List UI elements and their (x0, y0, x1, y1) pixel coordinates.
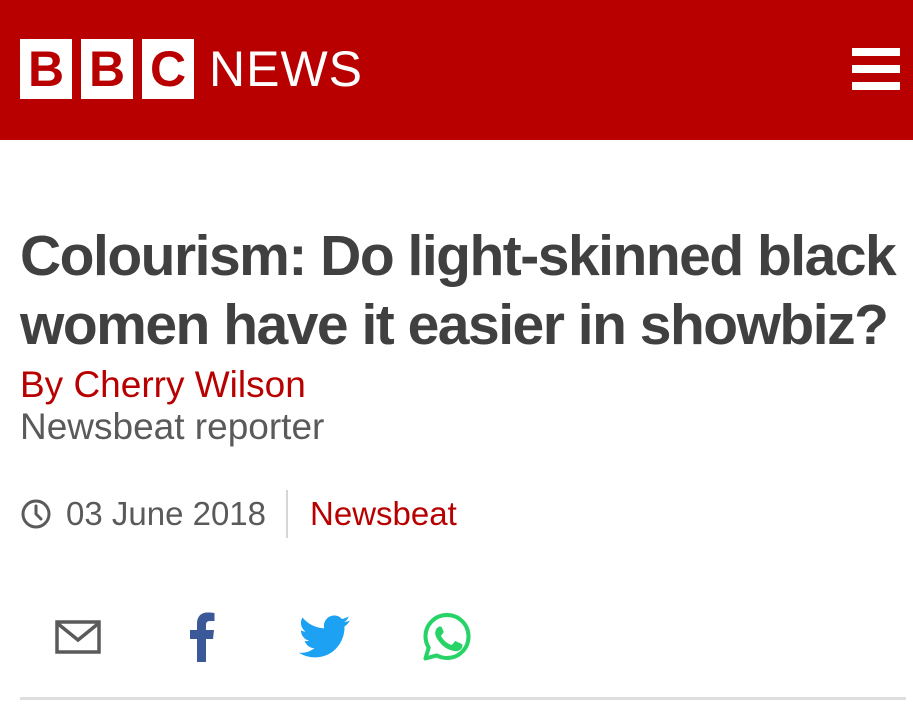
logo-letter-b1: B (20, 39, 72, 99)
whatsapp-icon (423, 613, 471, 661)
share-twitter-button[interactable] (298, 608, 352, 666)
logo-news-word: NEWS (209, 41, 363, 97)
hamburger-menu-icon[interactable] (852, 48, 900, 90)
logo-letter-c: C (142, 39, 194, 99)
article-meta: 03 June 2018 Newsbeat (20, 490, 457, 538)
clock-icon (21, 499, 51, 529)
share-whatsapp-button[interactable] (418, 608, 476, 666)
content-divider (20, 697, 906, 700)
share-facebook-button[interactable] (180, 608, 224, 666)
bbc-news-logo[interactable]: B B C NEWS (20, 38, 363, 100)
logo-letter-b2: B (81, 39, 133, 99)
facebook-icon (190, 612, 215, 662)
article-date: 03 June 2018 (66, 495, 267, 532)
article-byline: By Cherry Wilson (20, 364, 306, 405)
masthead: B B C NEWS (0, 0, 913, 140)
meta-divider (286, 490, 289, 538)
section-link-newsbeat[interactable]: Newsbeat (310, 490, 457, 538)
twitter-icon (299, 615, 351, 658)
article-page: B B C NEWS Colourism: Do light-skinned b… (0, 0, 913, 705)
email-icon (55, 620, 101, 654)
article-headline: Colourism: Do light-skinned black women … (20, 224, 897, 357)
share-tools (0, 608, 913, 668)
author-role: Newsbeat reporter (20, 406, 325, 447)
share-email-button[interactable] (50, 608, 106, 666)
